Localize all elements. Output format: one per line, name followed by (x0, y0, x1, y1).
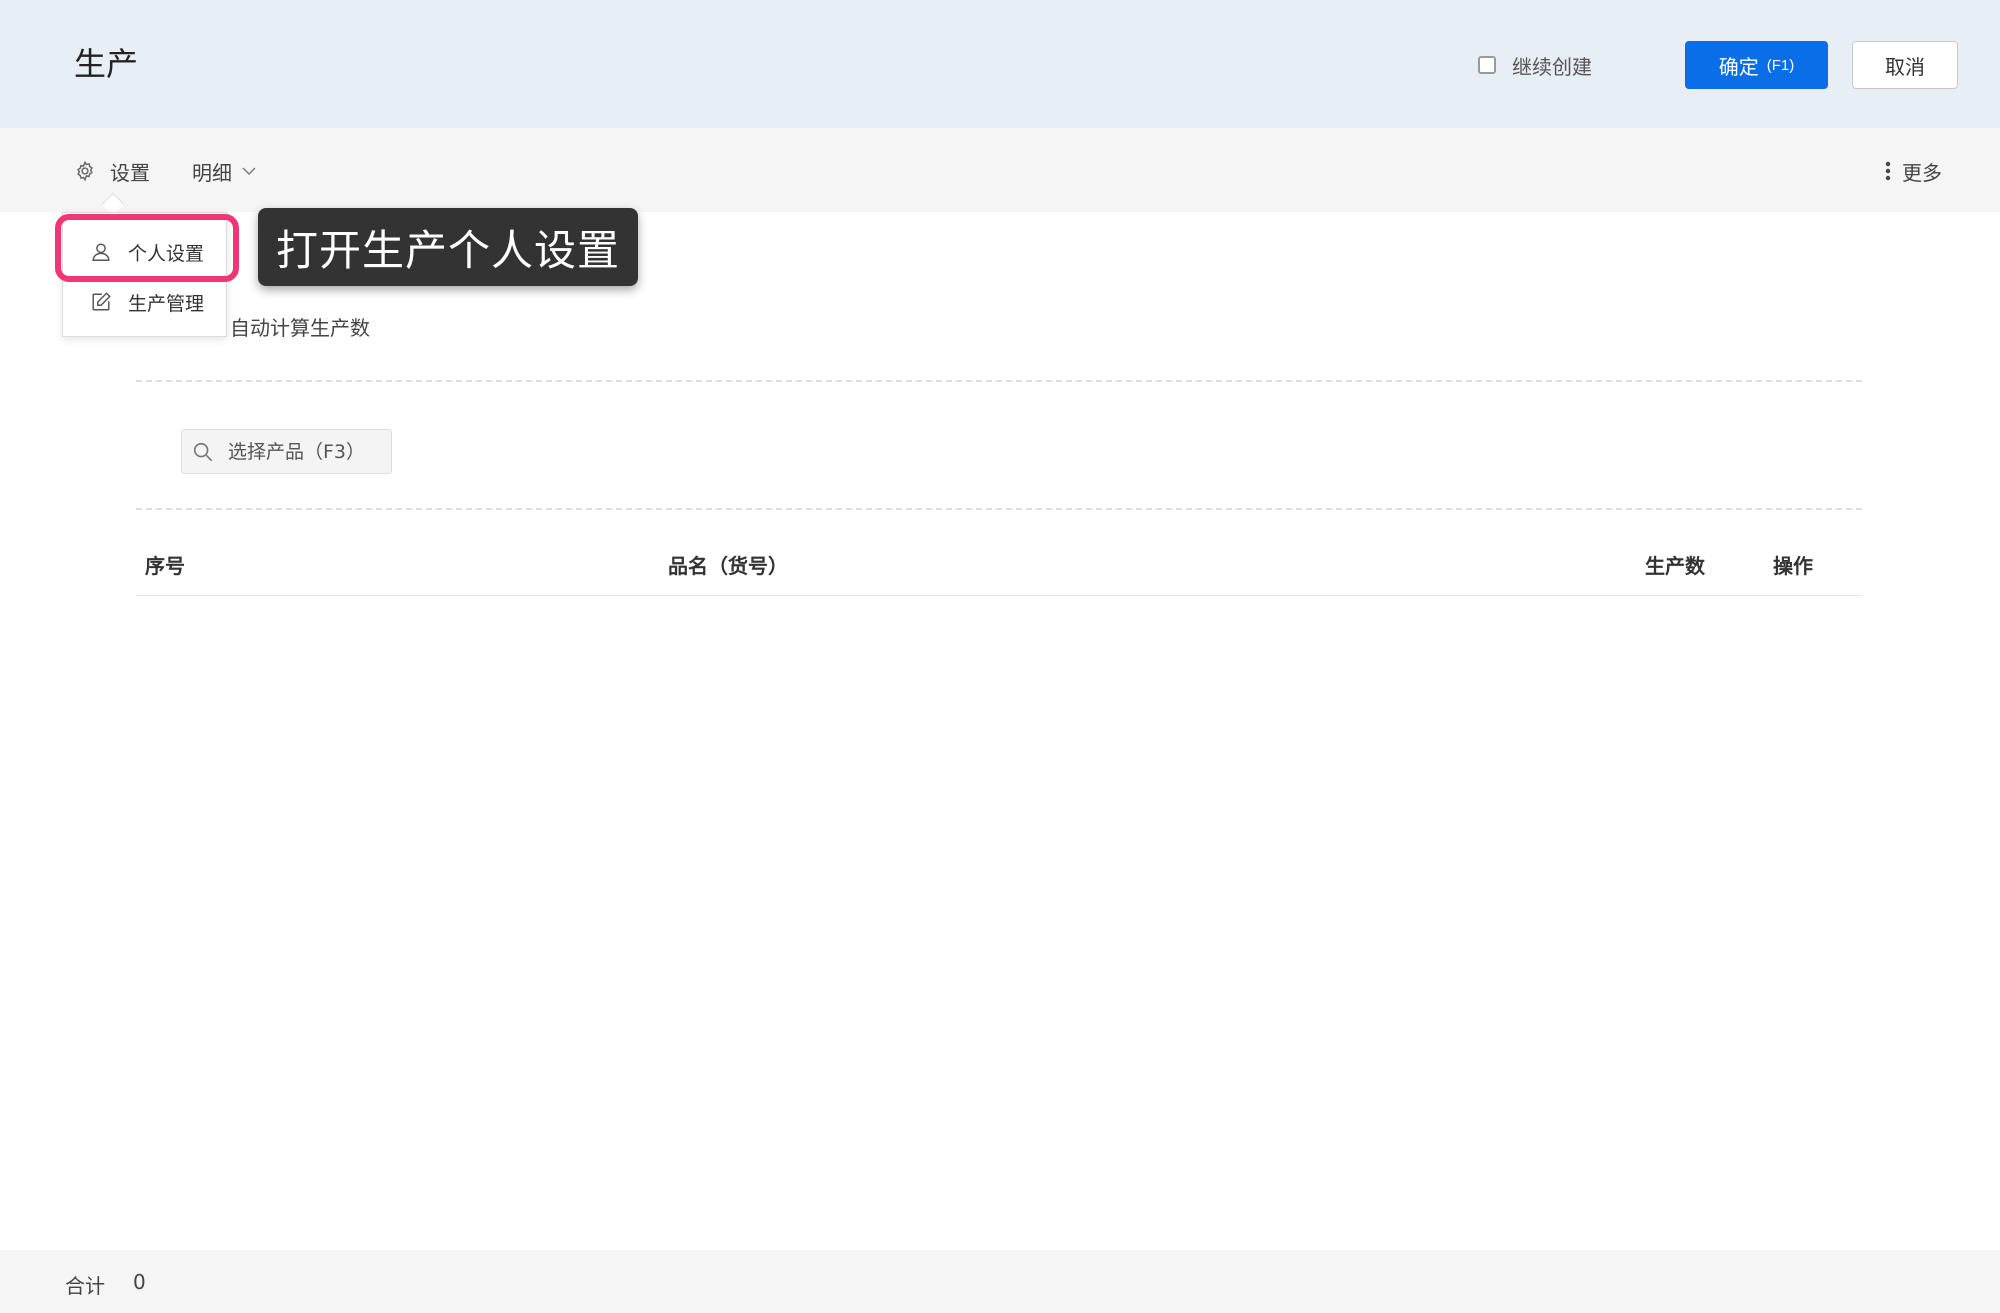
table-header-underline (136, 595, 1863, 596)
toolbar: 设置 明细 更多 (0, 128, 2000, 212)
vertical-dots-icon (1884, 160, 1892, 182)
column-header-index: 序号 (145, 554, 185, 578)
more-label: 更多 (1902, 160, 1942, 185)
user-icon (90, 241, 112, 263)
dropdown-item-personal-settings[interactable]: 个人设置 (63, 227, 228, 277)
confirm-button[interactable]: 确定 (F1) (1685, 41, 1828, 89)
total-label: 合计 (65, 1274, 105, 1298)
detail-label: 明细 (192, 160, 232, 185)
chevron-down-icon (240, 162, 258, 180)
divider (136, 508, 1862, 510)
product-search-input[interactable] (226, 439, 380, 464)
tutorial-tooltip: 打开生产个人设置 (258, 208, 638, 286)
continue-create-checkbox[interactable] (1478, 56, 1496, 74)
settings-label: 设置 (110, 160, 150, 185)
confirm-shortcut: (F1) (1766, 56, 1795, 74)
column-header-product-name: 品名（货号） (668, 554, 788, 578)
dropdown-item-label: 个人设置 (128, 242, 205, 265)
cancel-button[interactable]: 取消 (1852, 41, 1958, 89)
page-header: 生产 继续创建 确定 (F1) 取消 (0, 0, 2000, 128)
dropdown-item-production-management[interactable]: 生产管理 (63, 277, 228, 327)
gear-icon (74, 160, 96, 182)
settings-dropdown: 个人设置 生产管理 (62, 212, 227, 337)
confirm-button-label: 确定 (1718, 56, 1759, 79)
continue-create-toggle[interactable]: 继续创建 (1478, 50, 1592, 80)
more-menu-button[interactable]: 更多 (1884, 156, 1942, 186)
page-title: 生产 (74, 45, 139, 83)
settings-menu-button[interactable]: 设置 (74, 156, 150, 186)
dropdown-item-label: 生产管理 (128, 292, 205, 315)
continue-create-label: 继续创建 (1512, 54, 1592, 79)
product-search-box[interactable] (181, 429, 392, 474)
search-icon (192, 441, 214, 463)
detail-menu-button[interactable]: 明细 (192, 156, 258, 186)
divider (136, 380, 1862, 382)
edit-icon (90, 291, 112, 313)
total-value: 0 (133, 1270, 146, 1294)
footer: 合计 0 (0, 1250, 2000, 1313)
auto-calc-label: 自动计算生产数 (230, 316, 370, 340)
column-header-quantity: 生产数 (1645, 554, 1705, 578)
column-header-actions: 操作 (1773, 554, 1813, 578)
